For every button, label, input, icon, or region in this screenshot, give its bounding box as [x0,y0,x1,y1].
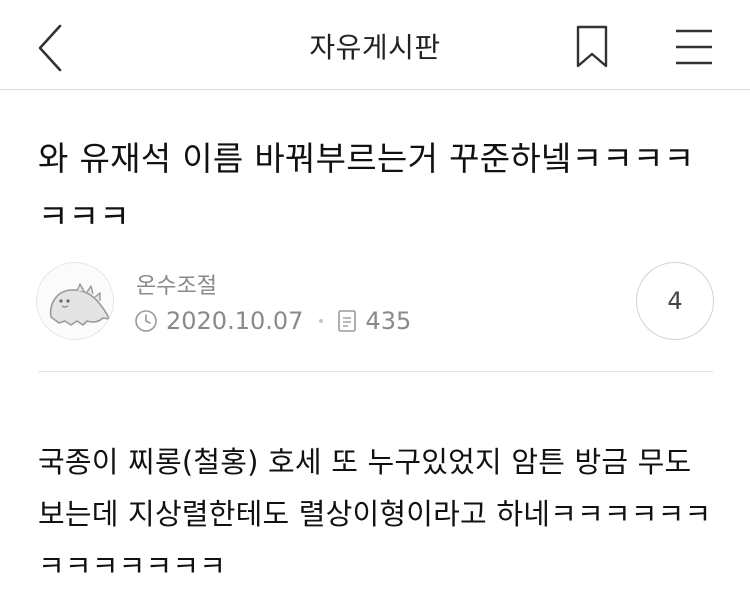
hamburger-menu-icon [676,29,712,65]
view-count: 435 [365,307,412,335]
document-views-icon [338,310,357,332]
menu-button[interactable] [672,26,716,68]
author-name[interactable]: 온수조절 [136,268,217,300]
top-nav-bar: 자유게시판 [0,0,750,90]
avatar[interactable] [36,262,114,340]
post-body: 국종이 찌롱(철홍) 호세 또 누구있었지 암튼 방금 무도 보는데 지상렬한테… [38,445,712,583]
post-author-info: 온수조절 2020.10.07 435 4 [36,262,716,342]
post-date: 2020.10.07 [166,307,304,335]
separator-dot [319,319,324,323]
page-title: 자유게시판 [309,31,441,64]
comment-count-button[interactable]: 4 [636,262,714,340]
bookmark-button[interactable] [572,24,612,70]
divider [38,371,713,372]
post-meta: 2020.10.07 435 [134,306,411,336]
clock-icon [135,310,157,332]
dinosaur-avatar-icon [49,283,110,326]
post-title: 와 유재석 이름 바꿔부르는거 꾸준하넼ㅋㅋㅋㅋㅋㅋㅋ [38,139,695,236]
bookmark-icon [576,25,608,68]
